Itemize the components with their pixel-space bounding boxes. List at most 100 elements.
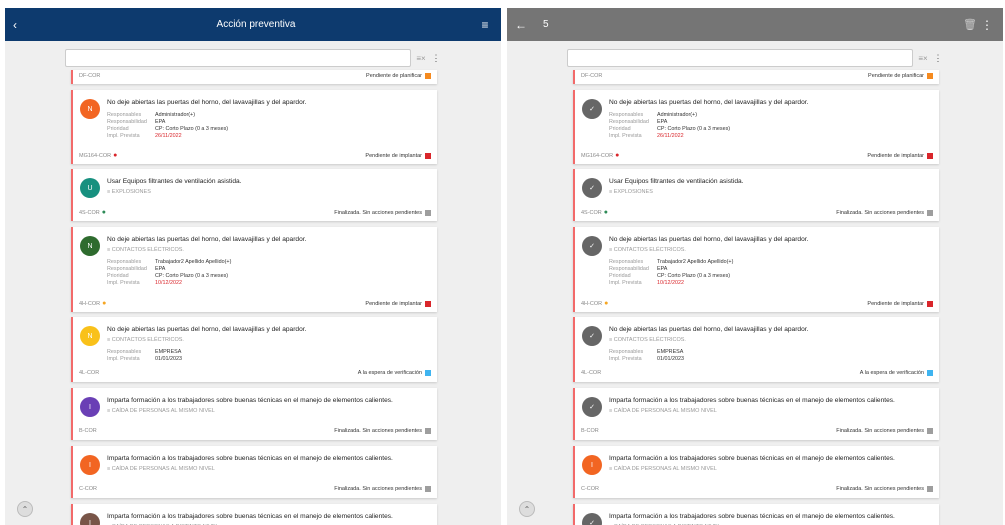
back-arrow-icon[interactable]: ← (515, 18, 537, 32)
menu-icon[interactable]: ≡ (477, 18, 493, 32)
card-title: Imparta formación a los trabajadores sob… (107, 513, 393, 520)
action-card[interactable]: ✓ Imparta formación a los trabajadores so… (573, 388, 939, 440)
card-title: Imparta formación a los trabajadores sob… (609, 397, 895, 404)
status-text: Finalizada. Sin acciones pendientes (836, 486, 924, 492)
search-input[interactable] (65, 49, 411, 67)
action-card[interactable]: I Imparta formación a los trabajadores so… (71, 504, 437, 525)
trash-icon[interactable]: 🗑 (961, 18, 979, 31)
action-card[interactable]: ✓ No deje abiertas las puertas del horno,… (573, 90, 939, 164)
status-text: Pendiente de planificar (366, 73, 422, 79)
action-card[interactable]: I Imparta formación a los trabajadores so… (71, 446, 437, 498)
check-avatar-icon[interactable]: ✓ (582, 397, 602, 417)
card-footer: C-COR Finalizada. Sin acciones pendientes (79, 486, 431, 492)
status-text: Pendiente de implantar (867, 300, 924, 307)
check-avatar-icon[interactable]: ✓ (582, 326, 602, 346)
action-card[interactable]: I Imparta formación a los trabajadores so… (71, 388, 437, 440)
card-code: B-COR (79, 428, 97, 434)
status-text: A la espera de verificación (859, 370, 924, 376)
action-card[interactable]: N No deje abiertas las puertas del horno,… (71, 90, 437, 164)
status-text: Finalizada. Sin acciones pendientes (836, 209, 924, 216)
card-footer: 4H-COR ● Pendiente de implantar (581, 300, 933, 307)
status-color-icon (927, 428, 933, 434)
status-label: Pendiente de implantar (365, 152, 431, 159)
action-card[interactable]: I Imparta formación a los trabajadores so… (573, 446, 939, 498)
avatar[interactable]: I (582, 455, 602, 475)
avatar[interactable]: N (80, 99, 100, 119)
more-options-icon[interactable]: ⋮ (431, 53, 441, 64)
card-risk: ≡ CONTACTOS ELÉCTRICOS. (609, 247, 686, 253)
avatar[interactable]: I (80, 455, 100, 475)
check-avatar-icon[interactable]: ✓ (582, 178, 602, 198)
detail-label: Impl. Prevista (107, 133, 140, 139)
card-risk: ≡ CAÍDA DE PERSONAS AL MISMO NIVEL (609, 408, 717, 414)
detail-value: Administrador(+) (155, 112, 195, 118)
search-input[interactable] (567, 49, 913, 67)
check-avatar-icon[interactable]: ✓ (582, 513, 602, 525)
card-risk: ≡ CONTACTOS ELÉCTRICOS. (107, 337, 184, 343)
detail-label: Responsabilidad (609, 119, 649, 125)
action-card[interactable]: DF-COR Pendiente de planificar (573, 70, 939, 84)
detail-row: Responsables Trabajador2 Apellido Apellid… (107, 259, 231, 265)
user-icon: ● (113, 152, 118, 159)
detail-row: Impl. Prevista 01/01/2023 (609, 356, 684, 362)
check-avatar-icon[interactable]: ✓ (582, 236, 602, 256)
card-title: No deje abiertas las puertas del horno, … (609, 99, 809, 106)
detail-row: Impl. Prevista 10/12/2022 (107, 280, 182, 286)
action-card[interactable]: U Usar Equipos filtrantes de ventilación … (71, 169, 437, 221)
avatar[interactable]: I (80, 397, 100, 417)
card-code: 4H-COR ● (79, 300, 107, 307)
card-code: 4H-COR ● (581, 300, 609, 307)
detail-label: Responsabilidad (107, 266, 147, 272)
action-card[interactable]: ✓ Imparta formación a los trabajadores so… (573, 504, 939, 525)
selection-count: 5 (543, 19, 549, 30)
detail-label: Responsables (107, 112, 142, 118)
card-footer: MG164-COR ● Pendiente de implantar (79, 152, 431, 159)
card-code: C-COR (79, 486, 98, 492)
card-code: B-COR (581, 428, 599, 434)
action-card[interactable]: DF-COR Pendiente de planificar (71, 70, 437, 84)
card-title: Imparta formación a los trabajadores sob… (609, 513, 895, 520)
more-vert-icon[interactable]: ⋮ (979, 18, 995, 32)
card-footer: MG164-COR ● Pendiente de implantar (581, 152, 933, 159)
detail-value: Trabajador2 Apellido Apellido(+) (657, 259, 734, 265)
card-title: No deje abiertas las puertas del horno, … (107, 326, 307, 333)
detail-value: 26/11/2022 (155, 133, 182, 139)
status-color-icon (927, 152, 933, 159)
filter-clear-icon[interactable]: ≡× (913, 54, 933, 63)
card-code: 4L-COR (581, 370, 602, 376)
user-icon: ● (604, 300, 609, 307)
action-card[interactable]: ✓ No deje abiertas las puertas del horno,… (573, 317, 939, 382)
detail-value: CP: Corto Plazo (0 a 3 meses) (155, 126, 229, 132)
filter-clear-icon[interactable]: ≡× (411, 54, 431, 63)
card-title: Imparta formación a los trabajadores sob… (107, 455, 393, 462)
avatar[interactable]: I (80, 513, 100, 525)
scroll-up-button[interactable]: ⌃ (17, 501, 33, 517)
detail-label: Responsabilidad (107, 119, 147, 125)
status-color-icon (425, 486, 431, 492)
action-card[interactable]: ✓ No deje abiertas las puertas del horno,… (573, 227, 939, 312)
scroll-up-button[interactable]: ⌃ (519, 501, 535, 517)
card-footer: DF-COR Pendiente de planificar (581, 73, 933, 79)
action-card[interactable]: N No deje abiertas las puertas del horno,… (71, 317, 437, 382)
avatar[interactable]: U (80, 178, 100, 198)
status-color-icon (425, 300, 431, 307)
status-label: Pendiente de implantar (867, 300, 933, 307)
detail-value: EPA (657, 266, 668, 272)
back-icon[interactable]: ‹ (13, 18, 35, 32)
detail-row: Responsables EMPRESA (609, 349, 683, 355)
avatar[interactable]: N (80, 326, 100, 346)
detail-value: CP: Corto Plazo (0 a 3 meses) (155, 273, 229, 279)
card-title: Imparta formación a los trabajadores sob… (107, 397, 393, 404)
detail-value: EMPRESA (155, 349, 182, 355)
user-icon: ● (603, 209, 609, 216)
detail-value: EPA (155, 266, 166, 272)
detail-label: Responsables (609, 349, 644, 355)
check-avatar-icon[interactable]: ✓ (582, 99, 602, 119)
action-card[interactable]: N No deje abiertas las puertas del horno,… (71, 227, 437, 312)
status-text: Finalizada. Sin acciones pendientes (334, 428, 422, 434)
action-card[interactable]: ✓ Usar Equipos filtrantes de ventilación … (573, 169, 939, 221)
avatar[interactable]: N (80, 236, 100, 256)
status-label: Finalizada. Sin acciones pendientes (836, 486, 933, 492)
more-options-icon[interactable]: ⋮ (933, 53, 943, 64)
detail-label: Responsables (107, 259, 142, 265)
